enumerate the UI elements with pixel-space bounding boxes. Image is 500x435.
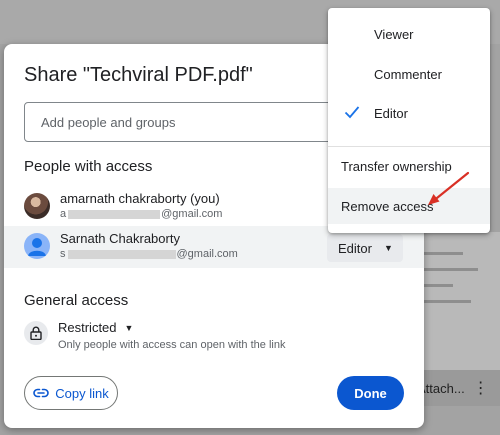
menu-item-label: Editor xyxy=(374,105,408,121)
avatar xyxy=(24,193,50,219)
email-redaction xyxy=(67,249,176,259)
background-text-line xyxy=(423,300,471,303)
annotation-arrow-icon xyxy=(428,171,470,205)
copy-link-button[interactable]: Copy link xyxy=(24,376,118,410)
add-people-input[interactable] xyxy=(24,102,359,142)
background-file-label: Attach... xyxy=(417,380,465,396)
more-options-icon[interactable]: ⋮ xyxy=(473,378,489,398)
menu-item-label: Commenter xyxy=(374,66,442,82)
general-access-dropdown[interactable]: Restricted ▼ xyxy=(58,320,133,335)
email-redaction xyxy=(68,209,161,219)
people-with-access-heading: People with access xyxy=(24,158,153,175)
person-icon xyxy=(24,233,50,259)
email-prefix: s xyxy=(60,248,66,260)
role-dropdown[interactable]: Editor ▼ xyxy=(327,234,403,262)
menu-item-editor[interactable]: Editor xyxy=(328,95,490,131)
caret-down-icon: ▼ xyxy=(383,243,393,253)
email-prefix: a xyxy=(60,208,67,220)
background-text-line xyxy=(423,252,463,255)
menu-item-viewer[interactable]: Viewer xyxy=(328,16,490,52)
person-name: Sarnath Chakraborty xyxy=(60,231,180,246)
link-icon xyxy=(33,388,50,398)
role-dropdown-label: Editor xyxy=(338,240,372,256)
person-name: amarnath chakraborty (you) xyxy=(60,191,220,206)
menu-item-label: Viewer xyxy=(374,26,414,42)
copy-link-label: Copy link xyxy=(55,385,109,401)
email-suffix: @gmail.com xyxy=(176,248,238,260)
checkmark-icon xyxy=(344,106,360,119)
menu-item-commenter[interactable]: Commenter xyxy=(328,56,490,92)
general-access-row: Restricted ▼ Only people with access can… xyxy=(24,320,404,360)
dialog-title: Share "Techviral PDF.pdf" xyxy=(24,64,253,86)
general-access-description: Only people with access can open with th… xyxy=(58,339,286,351)
general-access-value: Restricted xyxy=(58,320,117,335)
general-access-heading: General access xyxy=(24,292,129,309)
background-text-line xyxy=(423,268,478,271)
caret-down-icon: ▼ xyxy=(124,322,134,333)
background-text-line xyxy=(423,284,453,287)
person-email: a @gmail.com xyxy=(60,208,222,220)
done-button[interactable]: Done xyxy=(337,376,404,410)
person-email: s @gmail.com xyxy=(60,248,238,260)
menu-divider xyxy=(328,146,490,147)
lock-icon xyxy=(24,321,48,345)
email-suffix: @gmail.com xyxy=(161,208,223,220)
